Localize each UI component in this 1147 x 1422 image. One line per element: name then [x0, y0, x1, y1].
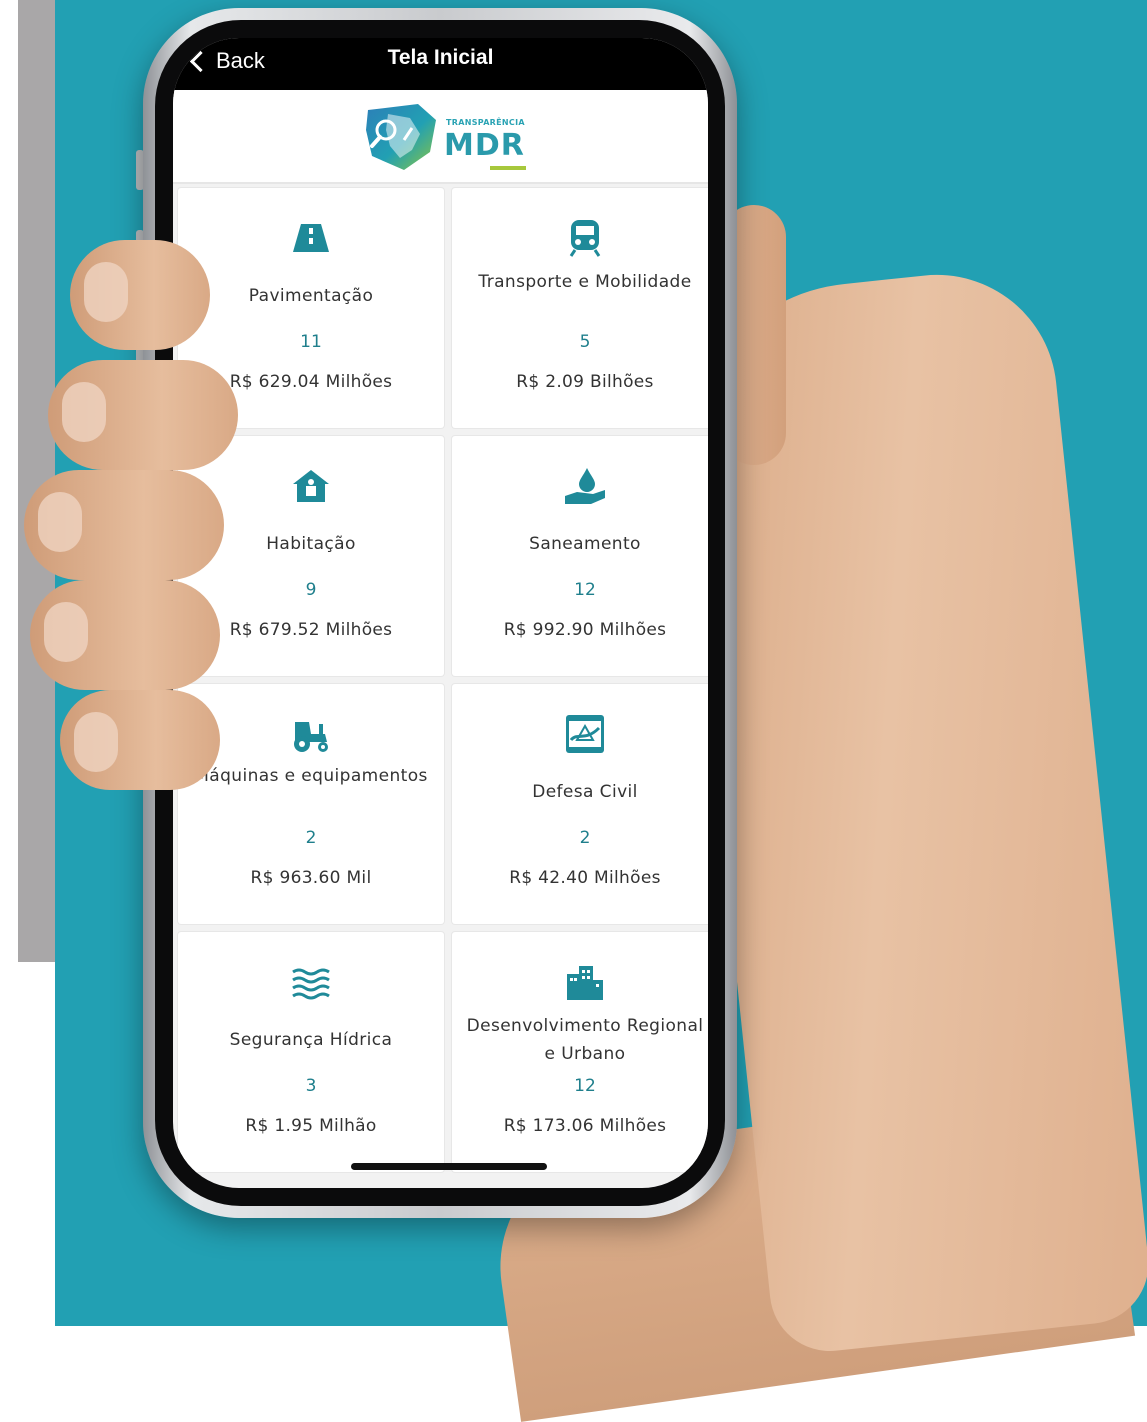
home-indicator[interactable] — [351, 1163, 547, 1170]
shield-logo-icon — [366, 104, 436, 170]
navigation-bar: Back Tela Inicial — [173, 38, 708, 90]
road-icon — [289, 216, 333, 260]
card-title: Defesa Civil — [532, 782, 638, 802]
logo-underline — [490, 166, 526, 170]
card-value: R$ 42.40 Milhões — [509, 868, 661, 888]
card-value: R$ 992.90 Milhões — [503, 620, 667, 640]
finger-pinky — [60, 690, 220, 790]
card-count: 2 — [305, 828, 317, 848]
card-title: Máquinas e equipamentos — [194, 766, 428, 786]
card-count: 12 — [574, 580, 596, 600]
card-title: Desenvolvimento Regional e Urbano — [466, 1016, 704, 1064]
card-title: Pavimentação — [248, 286, 374, 306]
card-count: 9 — [305, 580, 317, 600]
card-title: Habitação — [266, 534, 356, 554]
category-card-saneamento[interactable]: Saneamento 12 R$ 992.90 Milhões — [452, 436, 708, 676]
card-value: R$ 1.95 Milhão — [245, 1116, 377, 1136]
finger-little — [30, 580, 220, 690]
finger-ring — [24, 470, 224, 580]
category-card-defesa-civil[interactable]: Defesa Civil 2 R$ 42.40 Milhões — [452, 684, 708, 924]
card-count: 12 — [574, 1076, 596, 1096]
city-buildings-icon — [563, 960, 607, 1004]
logo-header: TRANSPARÊNCIA MDR — [173, 90, 708, 184]
category-card-desenvolvimento-regional[interactable]: Desenvolvimento Regional e Urbano 12 R$ … — [452, 932, 708, 1172]
card-count: 3 — [305, 1076, 317, 1096]
civil-defense-icon — [563, 712, 607, 756]
tractor-icon — [289, 712, 333, 756]
card-count: 5 — [579, 332, 591, 352]
phone-screen: Back Tela Inicial TRANSPARÊNCIA MDR Pavi… — [173, 38, 708, 1188]
card-value: R$ 963.60 Mil — [250, 868, 372, 888]
card-title: Saneamento — [529, 534, 641, 554]
card-title: Transporte e Mobilidade — [478, 272, 692, 292]
house-icon — [289, 464, 333, 508]
finger-middle — [48, 360, 238, 470]
water-drop-hand-icon — [563, 464, 607, 508]
train-icon — [563, 216, 607, 260]
card-count: 2 — [579, 828, 591, 848]
card-value: R$ 2.09 Bilhões — [516, 372, 654, 392]
card-value: R$ 173.06 Milhões — [503, 1116, 667, 1136]
finger-index — [70, 240, 210, 350]
mdr-logo: TRANSPARÊNCIA MDR — [360, 100, 540, 172]
card-title: Segurança Hídrica — [229, 1030, 393, 1050]
logo-big-text: MDR — [444, 128, 525, 163]
water-waves-icon — [289, 960, 333, 1004]
category-card-transporte[interactable]: Transporte e Mobilidade 5 R$ 2.09 Bilhõe… — [452, 188, 708, 428]
category-card-seguranca-hidrica[interactable]: Segurança Hídrica 3 R$ 1.95 Milhão — [178, 932, 444, 1172]
logo-small-text: TRANSPARÊNCIA — [446, 118, 525, 127]
card-count: 11 — [300, 332, 322, 352]
page-title: Tela Inicial — [387, 46, 494, 69]
category-card-maquinas[interactable]: Máquinas e equipamentos 2 R$ 963.60 Mil — [178, 684, 444, 924]
